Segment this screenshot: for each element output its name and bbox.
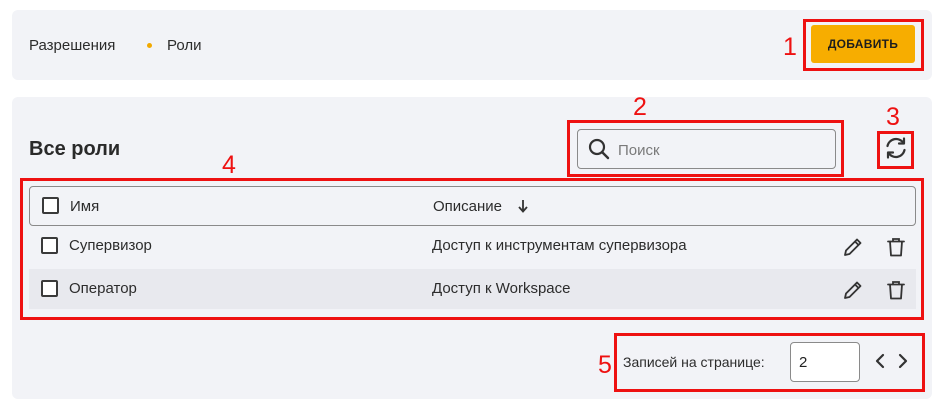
- annotation-box-1: [803, 19, 924, 71]
- breadcrumb-permissions[interactable]: Разрешения: [29, 37, 115, 54]
- annotation-number: 3: [886, 103, 900, 131]
- annotation-number: 5: [598, 351, 612, 379]
- annotation-box-3: [877, 131, 914, 169]
- annotation-box-4: [20, 178, 924, 320]
- annotation-number: 4: [222, 151, 236, 179]
- breadcrumb-roles: Роли: [167, 37, 202, 54]
- annotation-box-5: [614, 333, 925, 392]
- annotation-number: 2: [633, 93, 647, 121]
- annotation-box-2: [567, 120, 844, 177]
- page-title: Все роли: [29, 138, 121, 160]
- annotation-number: 1: [783, 33, 797, 61]
- breadcrumb-separator: [147, 43, 152, 48]
